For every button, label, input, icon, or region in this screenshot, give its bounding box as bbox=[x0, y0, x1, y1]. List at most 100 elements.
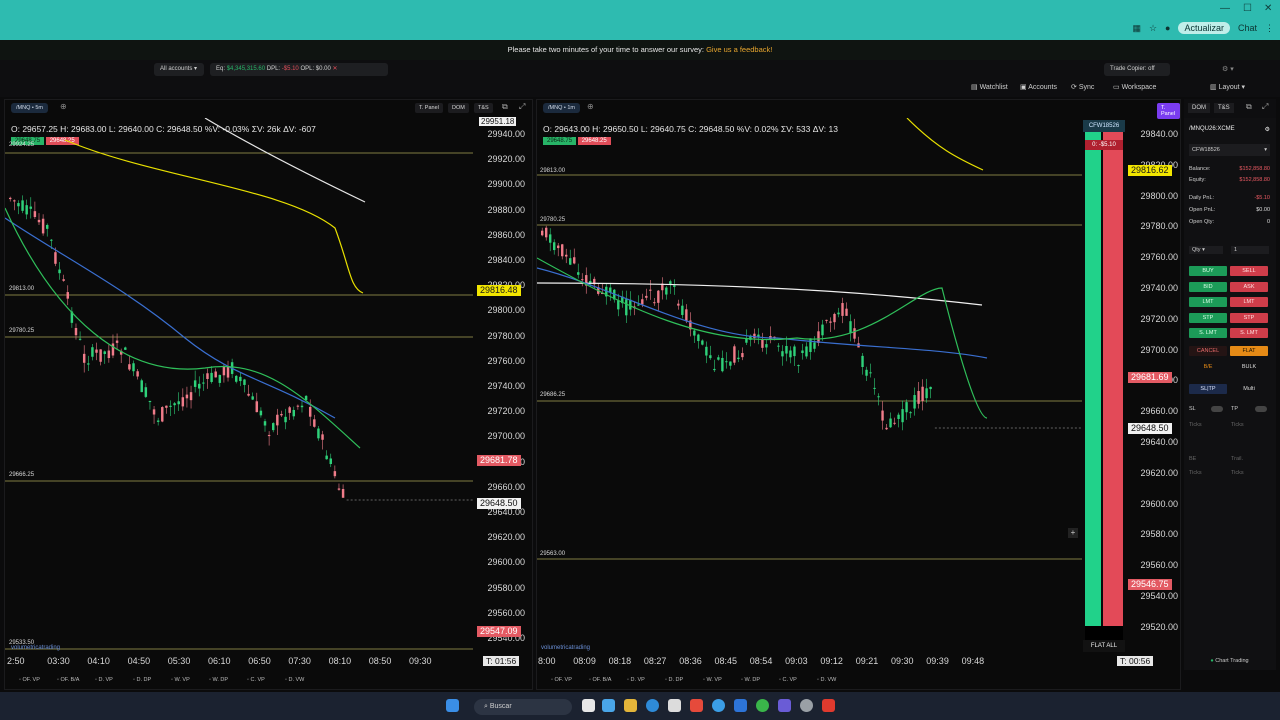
qty-label: Qty bbox=[1192, 247, 1201, 253]
start-icon[interactable] bbox=[446, 699, 459, 712]
time-sales-button[interactable]: T&S bbox=[1214, 103, 1234, 113]
star-icon[interactable]: ☆ bbox=[1149, 23, 1157, 34]
settings-app-icon[interactable] bbox=[800, 699, 813, 712]
cancel-button[interactable]: CANCEL bbox=[1189, 346, 1227, 356]
workspace-button[interactable]: ▭ Workspace bbox=[1113, 83, 1156, 91]
buy-button[interactable]: BUY bbox=[1189, 266, 1227, 276]
extensions-icon[interactable]: ▦ bbox=[1132, 23, 1141, 34]
trading-panel-button[interactable]: T. Panel bbox=[415, 103, 443, 113]
indicator-tab[interactable]: ◦ C. VP bbox=[247, 677, 265, 683]
candle-body bbox=[581, 279, 584, 281]
indicator-tab[interactable]: ◦ W. DP bbox=[741, 677, 760, 683]
accounts-dropdown[interactable]: All accounts ▾ bbox=[154, 63, 204, 76]
candle-body bbox=[29, 206, 33, 209]
update-button[interactable]: Actualizar bbox=[1178, 22, 1230, 34]
trail-label: Trail. bbox=[1231, 456, 1244, 462]
indicator-tab[interactable]: ◦ OF. VP bbox=[551, 677, 572, 683]
close-positions-icon[interactable]: ✕ bbox=[332, 66, 337, 72]
price-tick: 29660.00 bbox=[1140, 406, 1178, 417]
feedback-link[interactable]: Give us a feedback! bbox=[706, 45, 772, 54]
sell-stop-limit-button[interactable]: S. LMT bbox=[1230, 328, 1268, 338]
sell-button[interactable]: SELL bbox=[1230, 266, 1268, 276]
maximize-icon[interactable]: ☐ bbox=[1243, 3, 1252, 14]
buy-limit-button[interactable]: LMT bbox=[1189, 297, 1227, 307]
candle-body bbox=[785, 345, 788, 354]
sell-limit-button[interactable]: LMT bbox=[1230, 297, 1268, 307]
indicator-tab[interactable]: ◦ OF. B/A bbox=[589, 677, 611, 683]
indicator-tab[interactable]: ◦ OF. VP bbox=[19, 677, 40, 683]
buy-stop-button[interactable]: STP bbox=[1189, 313, 1227, 323]
indicator-tab[interactable]: ◦ D. VW bbox=[285, 677, 304, 683]
add-tab-icon[interactable]: ⊕ bbox=[587, 102, 594, 111]
taskbar-search[interactable]: ⌕ Buscar bbox=[474, 699, 572, 715]
tp-ticks-label: Ticks bbox=[1231, 422, 1244, 428]
indicator-tab[interactable]: ◦ D. VP bbox=[95, 677, 113, 683]
ask-button[interactable]: ASK bbox=[1230, 282, 1268, 292]
daily-pnl-row: Daily PnL: -$5.10 bbox=[1189, 195, 1270, 201]
sell-stop-button[interactable]: STP bbox=[1230, 313, 1268, 323]
indicator-tab[interactable]: ◦ D. DP bbox=[133, 677, 151, 683]
file-explorer-icon[interactable] bbox=[624, 699, 637, 712]
task-view-icon[interactable] bbox=[582, 699, 595, 712]
help-icon[interactable] bbox=[712, 699, 725, 712]
profile-icon[interactable]: ● bbox=[1165, 23, 1170, 33]
gear-icon[interactable]: ⚙ bbox=[1265, 126, 1270, 133]
buy-zone[interactable] bbox=[1085, 132, 1101, 626]
indicator-tab[interactable]: ◦ W. VP bbox=[171, 677, 190, 683]
layout-button[interactable]: ▥ Layout ▾ bbox=[1210, 83, 1245, 91]
widgets-icon[interactable] bbox=[602, 699, 615, 712]
add-order-icon[interactable]: + bbox=[1068, 528, 1078, 538]
price-plot[interactable] bbox=[537, 118, 1082, 650]
buy-stop-limit-button[interactable]: S. LMT bbox=[1189, 328, 1227, 338]
tp-toggle[interactable] bbox=[1255, 406, 1267, 412]
minimize-icon[interactable]: — bbox=[1220, 3, 1230, 14]
dom-button[interactable]: DOM bbox=[448, 103, 469, 113]
chrome-icon[interactable] bbox=[756, 699, 769, 712]
flat-all-button[interactable]: FLAT ALL bbox=[1083, 640, 1125, 652]
bulk-button[interactable]: BULK bbox=[1230, 362, 1268, 372]
sl-toggle[interactable] bbox=[1211, 406, 1223, 412]
add-tab-icon[interactable]: ⊕ bbox=[60, 102, 67, 111]
sltp-tab[interactable]: SL|TP bbox=[1189, 384, 1227, 394]
price-axis[interactable]: 29940.00 29920.00 29900.00 29880.00 29860.00… bbox=[475, 100, 525, 660]
indicator-tab[interactable]: ◦ D. VP bbox=[627, 677, 645, 683]
indicator-tab[interactable]: ◦ D. DP bbox=[665, 677, 683, 683]
dom-button[interactable]: DOM bbox=[1188, 103, 1210, 113]
watchlist-button[interactable]: ▤ Watchlist bbox=[971, 83, 1008, 91]
app-icon[interactable] bbox=[690, 699, 703, 712]
indicator-tab[interactable]: ◦ W. DP bbox=[209, 677, 228, 683]
popout-icon[interactable]: ⧉ bbox=[1246, 102, 1252, 112]
symbol-tab[interactable]: /MNQ • 1m bbox=[543, 103, 580, 113]
time-axis[interactable]: 2:50 03:30 04:10 04:50 05:30 06:10 06:50 07:30 0… bbox=[5, 655, 473, 669]
indicator-tab[interactable]: ◦ W. VP bbox=[703, 677, 722, 683]
teams-icon[interactable] bbox=[778, 699, 791, 712]
flat-button[interactable]: FLAT bbox=[1230, 346, 1268, 356]
indicator-tab[interactable]: ◦ OF. B/A bbox=[57, 677, 79, 683]
time-axis[interactable]: 8:00 08:09 08:18 08:27 08:36 08:45 08:54 09:03 0… bbox=[537, 655, 1082, 669]
more-icon[interactable]: ⋮ bbox=[1265, 23, 1274, 34]
indicator-tab[interactable]: ◦ D. VW bbox=[817, 677, 836, 683]
expand-icon[interactable]: ⤢ bbox=[1262, 102, 1268, 112]
candle-body bbox=[617, 300, 620, 310]
indicator-tab[interactable]: ◦ C. VP bbox=[779, 677, 797, 683]
account-dropdown[interactable]: CFW18526 ▾ bbox=[1189, 144, 1270, 156]
edge-icon[interactable] bbox=[646, 699, 659, 712]
symbol-tab[interactable]: /MNQ • 5m bbox=[11, 103, 48, 113]
sell-zone[interactable] bbox=[1103, 132, 1123, 626]
candle-body bbox=[701, 340, 704, 345]
bid-button[interactable]: BID bbox=[1189, 282, 1227, 292]
mail-icon[interactable] bbox=[734, 699, 747, 712]
chat-button[interactable]: Chat bbox=[1238, 23, 1257, 33]
trade-copier-button[interactable]: Trade Copier: off bbox=[1104, 63, 1170, 76]
price-plot[interactable] bbox=[5, 118, 473, 650]
store-icon[interactable] bbox=[668, 699, 681, 712]
sync-button[interactable]: ⟳ Sync bbox=[1071, 83, 1094, 91]
accounts-button[interactable]: ▣ Accounts bbox=[1020, 83, 1057, 91]
multi-tab[interactable]: Multi bbox=[1230, 384, 1268, 394]
qty-stepper[interactable]: 1 bbox=[1231, 246, 1269, 254]
close-icon[interactable]: ✕ bbox=[1264, 3, 1272, 14]
settings-icon[interactable]: ⚙ ▾ bbox=[1222, 65, 1234, 73]
qty-type-dropdown[interactable]: Qty ▾ bbox=[1189, 246, 1223, 254]
breakeven-button[interactable]: B/E bbox=[1189, 362, 1227, 372]
trading-app-icon[interactable] bbox=[822, 699, 835, 712]
